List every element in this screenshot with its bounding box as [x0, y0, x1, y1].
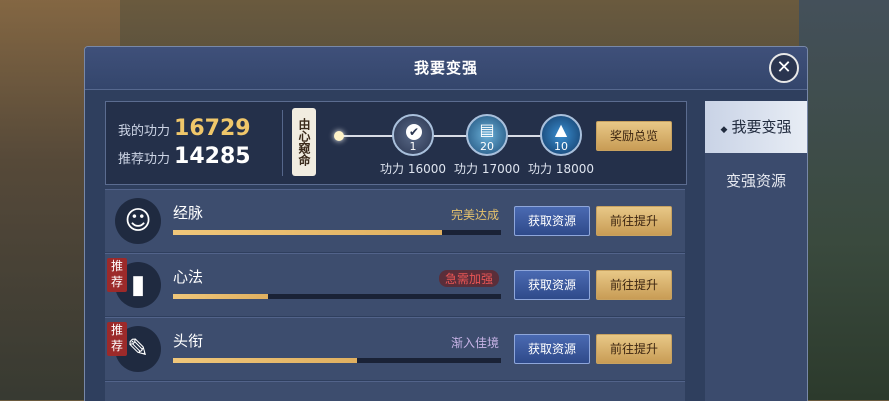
progress-fill — [173, 294, 269, 299]
become-stronger-dialog: 我要变强 ✕ ◆ 我要变强 变强资源 我的功力 16729 推荐功力 14285 由心… — [84, 46, 808, 401]
go-upgrade-button[interactable]: 前往提升 — [596, 206, 672, 236]
status-badge: 完美达成 — [450, 208, 499, 222]
my-power: 我的功力 16729 — [118, 116, 251, 141]
stage-tag: 由心窥命 — [292, 108, 316, 176]
dialog-titlebar: 我要变强 ✕ — [85, 47, 807, 90]
milestone-label: 功力 16000 — [380, 162, 446, 176]
progress-bar — [173, 230, 501, 235]
go-upgrade-button[interactable]: 前往提升 — [596, 334, 672, 364]
row-name: 经脉 — [173, 204, 204, 222]
recommended-badge: 推荐 — [107, 258, 127, 292]
get-resources-button[interactable]: 获取资源 — [514, 334, 590, 364]
tab-label: 我要变强 — [731, 118, 792, 136]
status-badge: 渐入佳境 — [450, 336, 499, 350]
dialog-title: 我要变强 — [413, 59, 478, 77]
tab-resources[interactable]: 变强资源 — [705, 155, 807, 207]
status-badge: 急需加强 — [438, 270, 499, 287]
get-resources-button[interactable]: 获取资源 — [514, 206, 590, 236]
power-summary: 我的功力 16729 推荐功力 14285 由心窥命 ✔ 1 ▤ 20 ▲ 10 功… — [105, 101, 687, 185]
milestone-1[interactable]: ✔ 1 — [392, 114, 434, 156]
milestone-2[interactable]: ▤ 20 — [466, 114, 508, 156]
reward-overview-button[interactable]: 奖励总览 — [596, 121, 672, 151]
tab-label: 变强资源 — [725, 172, 786, 190]
recommended-power-label: 推荐功力 — [118, 152, 171, 167]
background-right — [799, 0, 889, 400]
close-icon[interactable]: ✕ — [769, 53, 799, 83]
my-power-value: 16729 — [174, 116, 251, 141]
progress-bar — [173, 294, 501, 299]
milestone-label: 功力 18000 — [528, 162, 594, 176]
go-upgrade-button[interactable]: 前往提升 — [596, 270, 672, 300]
progress-fill — [173, 230, 442, 235]
list-item: ▮ 推荐 心法 急需加强 获取资源 前往提升 — [105, 253, 685, 316]
milestone-count: 20 — [480, 140, 494, 153]
progress-fill — [173, 358, 357, 363]
divider — [282, 110, 283, 176]
list-item: ✎ 推荐 头衔 渐入佳境 获取资源 前往提升 — [105, 317, 685, 380]
row-name: 头衔 — [173, 332, 204, 350]
list-item: ☺ 经脉 完美达成 获取资源 前往提升 — [105, 189, 685, 252]
scroll-icon: ▤ — [479, 120, 495, 139]
row-name: 心法 — [173, 268, 204, 286]
get-resources-button[interactable]: 获取资源 — [514, 270, 590, 300]
my-power-label: 我的功力 — [118, 124, 171, 139]
list-item-partial — [105, 381, 685, 401]
check-icon: ✔ — [406, 124, 422, 140]
recommended-badge: 推荐 — [107, 322, 127, 356]
sidebar: ◆ 我要变强 变强资源 — [705, 101, 807, 401]
progress-track — [338, 135, 568, 137]
progress-bar — [173, 358, 501, 363]
milestone-count: 10 — [554, 140, 568, 153]
recommended-power-value: 14285 — [174, 144, 251, 169]
mask-icon: ☺ — [115, 198, 161, 244]
milestone-count: 1 — [409, 140, 417, 153]
tab-become-stronger[interactable]: ◆ 我要变强 — [705, 101, 807, 153]
recommended-power: 推荐功力 14285 — [118, 144, 251, 169]
milestone-label: 功力 17000 — [454, 162, 520, 176]
upgrade-gem-icon: ▲ — [554, 120, 568, 139]
diamond-icon: ◆ — [720, 125, 728, 135]
progress-start-dot — [334, 131, 344, 141]
milestone-3[interactable]: ▲ 10 — [540, 114, 582, 156]
